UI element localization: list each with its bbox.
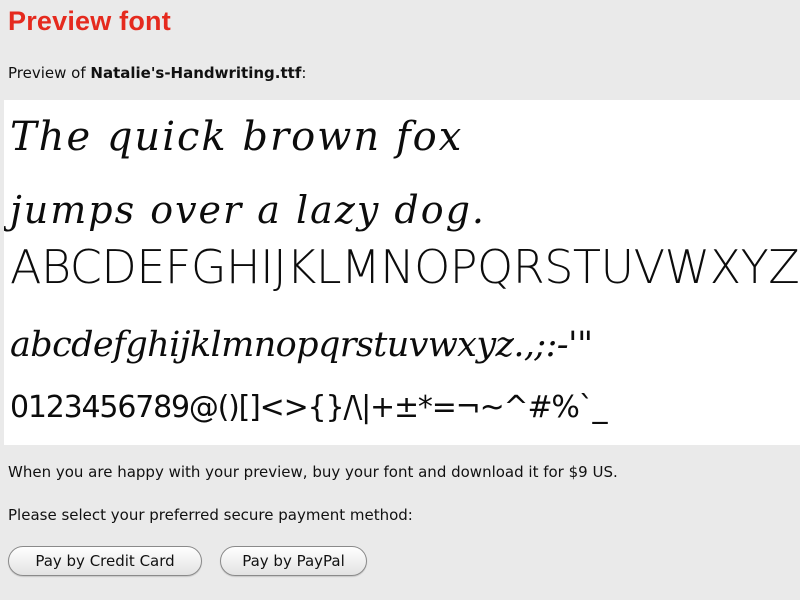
- preview-line-2: jumps over a lazy dog.: [10, 188, 486, 232]
- page-title: Preview font: [8, 6, 171, 36]
- font-preview-panel: The quick brown fox jumps over a lazy do…: [4, 100, 800, 445]
- pay-by-paypal-button[interactable]: Pay by PayPal: [220, 546, 367, 576]
- pay-by-credit-card-button[interactable]: Pay by Credit Card: [8, 546, 202, 576]
- preview-line-1: The quick brown fox: [10, 114, 464, 160]
- font-filename: Natalie's-Handwriting.ttf: [90, 64, 302, 82]
- preview-of-label: Preview of Natalie's-Handwriting.ttf:: [8, 64, 306, 82]
- preview-of-suffix: :: [301, 64, 307, 82]
- buy-info-text: When you are happy with your preview, bu…: [8, 463, 618, 481]
- preview-line-uppercase: ABCDEFGHIJKLMNOPQRSTUVWXYZ&: [10, 240, 800, 294]
- preview-line-numbers-symbols: 0123456789@()[]<>{}/\|+±*=¬~^#%`_: [10, 390, 608, 425]
- preview-of-prefix: Preview of: [8, 64, 91, 82]
- payment-method-prompt: Please select your preferred secure paym…: [8, 506, 413, 524]
- preview-line-lowercase: abcdefghijklmnopqrstuvwxyz.,;:-'": [10, 325, 593, 365]
